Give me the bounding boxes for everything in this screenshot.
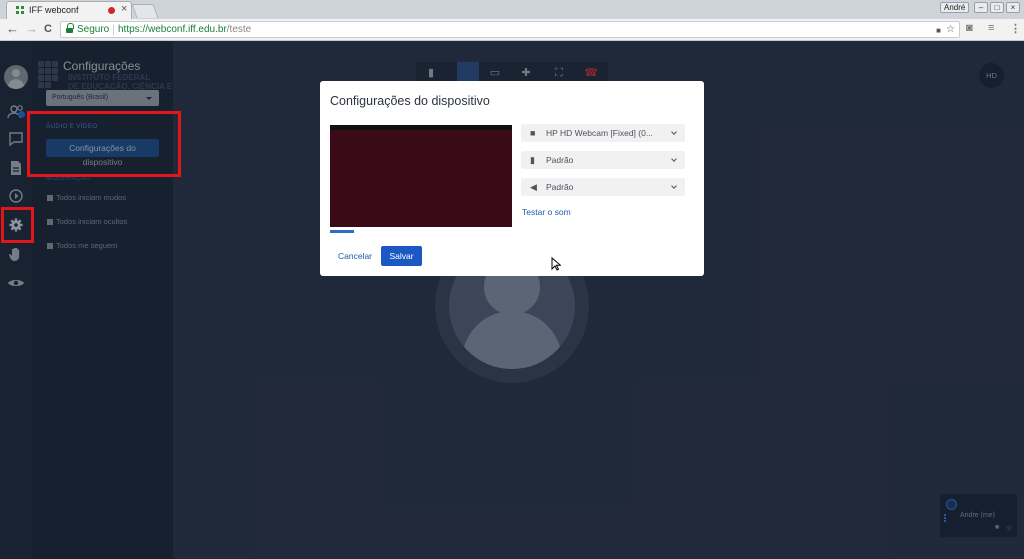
- mouse-cursor-icon: [551, 257, 561, 271]
- chevron-down-icon: [671, 129, 677, 135]
- profile-button[interactable]: André: [940, 2, 970, 13]
- new-tab-button[interactable]: [131, 4, 159, 18]
- microphone-select[interactable]: ▮ Padrão: [521, 151, 685, 169]
- forward-icon[interactable]: →: [25, 21, 38, 37]
- speaker-value: Padrão: [546, 182, 574, 192]
- menu-icon[interactable]: ⋮: [1010, 22, 1021, 35]
- device-settings-dialog: Configurações do dispositivo ■ HP HD Web…: [320, 81, 704, 276]
- url-path: /teste: [226, 24, 252, 35]
- speaker-icon: ◀: [530, 182, 537, 192]
- reload-icon[interactable]: C: [44, 21, 52, 37]
- screenshot-icon[interactable]: ◙: [966, 22, 973, 34]
- divider: [113, 25, 114, 35]
- camera-select[interactable]: ■ HP HD Webcam [Fixed] (0...: [521, 124, 685, 142]
- recording-icon: [108, 7, 115, 14]
- dialog-title: Configurações do dispositivo: [330, 94, 490, 108]
- microphone-value: Padrão: [546, 155, 574, 165]
- tab-close-icon[interactable]: ×: [121, 3, 127, 15]
- lock-icon: [66, 23, 74, 33]
- chevron-down-icon: [671, 156, 677, 162]
- speaker-select[interactable]: ◀ Padrão: [521, 178, 685, 196]
- secure-label: Seguro: [77, 24, 110, 35]
- maximize-button[interactable]: □: [990, 2, 1004, 13]
- microphone-icon: ▮: [530, 155, 535, 165]
- browser-tabbar: IFF webconf × André – □ ×: [0, 0, 1024, 19]
- back-icon[interactable]: ←: [6, 21, 19, 37]
- video-camera-icon: ■: [530, 128, 536, 138]
- test-sound-link[interactable]: Testar o som: [522, 207, 571, 217]
- close-window-button[interactable]: ×: [1006, 2, 1020, 13]
- browser-tab[interactable]: IFF webconf ×: [6, 1, 132, 19]
- bookmark-star-icon[interactable]: ☆: [946, 22, 955, 37]
- audio-level-bar: [330, 230, 354, 233]
- browser-toolbar: ← → C Seguro https://webconf.iff.edu.br/…: [0, 19, 1024, 41]
- camera-preview: [330, 125, 512, 227]
- tab-title: IFF webconf: [29, 5, 79, 15]
- address-bar[interactable]: Seguro https://webconf.iff.edu.br/teste …: [60, 21, 960, 38]
- camera-icon[interactable]: ■: [936, 23, 941, 38]
- save-button[interactable]: Salvar: [381, 246, 422, 266]
- minimize-button[interactable]: –: [974, 2, 988, 13]
- url-host: https://webconf.iff.edu.br: [118, 24, 227, 35]
- favicon-icon: [16, 6, 24, 15]
- camera-value: HP HD Webcam [Fixed] (0...: [546, 128, 653, 138]
- extension-icon[interactable]: ≡: [988, 22, 994, 34]
- chevron-down-icon: [671, 183, 677, 189]
- url-text: https://webconf.iff.edu.br/teste: [118, 22, 251, 37]
- cancel-button[interactable]: Cancelar: [338, 251, 372, 261]
- highlight-settings-icon: [1, 207, 34, 243]
- highlight-device-settings: [27, 111, 181, 177]
